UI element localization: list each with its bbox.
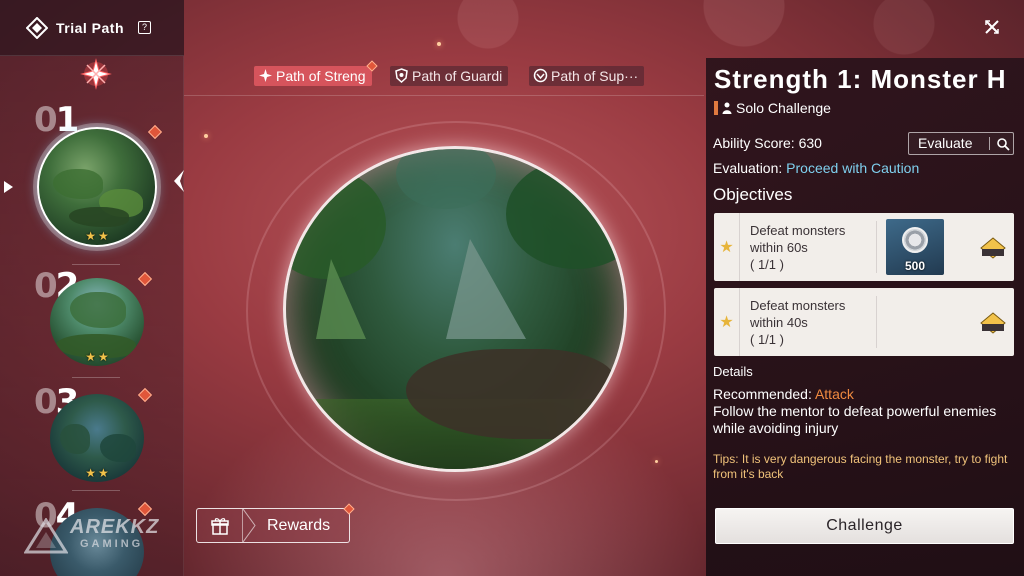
- search-icon: [997, 138, 1010, 151]
- divider: [72, 490, 120, 491]
- stage-description: Follow the mentor to defeat powerful ene…: [713, 403, 997, 436]
- path-tabs: Path of Streng Path of Guardi Path of Su…: [184, 56, 704, 96]
- sparkle-decoration: [204, 134, 208, 138]
- chevron-right-icon: [243, 509, 256, 542]
- stage-stars: ★★: [85, 229, 111, 243]
- evaluation-text: Evaluation: Proceed with Caution: [713, 160, 920, 176]
- background-ornament: [360, 0, 1000, 60]
- divider: [72, 377, 120, 378]
- reward-quantity: 500: [904, 259, 926, 273]
- new-badge-icon: [365, 60, 378, 72]
- stage-list: 01 ★★ 02 ★★ 03 ★★ 04: [0, 56, 184, 576]
- rewards-label: Rewards: [267, 517, 331, 534]
- help-icon[interactable]: ?: [138, 21, 152, 34]
- stage-item-3[interactable]: 03 ★★: [28, 382, 168, 482]
- stage-stars: ★★: [85, 350, 111, 364]
- shield-emblem-icon: [395, 68, 408, 83]
- gift-icon: [197, 509, 243, 542]
- objective-card: ★ Defeat monsters within 40s ( 1/1 ): [714, 288, 1014, 356]
- objectives-heading: Objectives: [713, 185, 793, 204]
- mode-label: Solo Challenge: [714, 100, 831, 116]
- sparkle-decoration: [437, 42, 441, 46]
- stage-item-1[interactable]: 01 ★★: [28, 100, 168, 247]
- selected-stage-indicator-left: [4, 181, 13, 193]
- mode-accent-bar: [714, 101, 718, 115]
- stage-stars: ★★: [85, 466, 111, 480]
- details-heading: Details: [713, 364, 753, 379]
- claimed-medal-icon: [980, 237, 1006, 259]
- coin-icon: [902, 227, 928, 253]
- recommended-text: Recommended: Attack: [713, 386, 854, 402]
- evaluate-button[interactable]: Evaluate: [908, 132, 1014, 155]
- ability-score: Ability Score: 630: [713, 135, 822, 151]
- objective-text: Defeat monsters within 40s ( 1/1 ): [750, 298, 846, 347]
- new-badge-icon: [137, 271, 153, 287]
- support-emblem-icon: [533, 68, 548, 83]
- trial-path-logo-icon: [26, 16, 48, 39]
- evaluation-value: Proceed with Caution: [786, 160, 920, 176]
- divider: [72, 264, 120, 265]
- reward-item[interactable]: 500: [886, 219, 944, 275]
- objective-card: ★ Defeat monsters within 60s ( 1/1 ) 500: [714, 213, 1014, 281]
- header-bar: Trial Path ?: [0, 0, 184, 56]
- tab-path-of-strength[interactable]: Path of Streng: [254, 60, 378, 86]
- stage-title: Strength 1: Monster H: [714, 64, 1007, 94]
- challenge-button[interactable]: Challenge: [715, 508, 1014, 544]
- rewards-button[interactable]: Rewards: [196, 503, 355, 543]
- recommended-value: Attack: [814, 386, 854, 402]
- strength-emblem-icon: [76, 56, 116, 92]
- new-badge-icon: [147, 124, 163, 140]
- new-badge-icon: [137, 387, 153, 403]
- stage-preview-portal: [283, 146, 627, 472]
- star-icon: ★: [714, 288, 740, 356]
- person-icon: [722, 102, 732, 114]
- new-badge-icon: [137, 501, 153, 517]
- selected-stage-indicator-right: [174, 170, 184, 192]
- sparkle-decoration: [655, 460, 658, 463]
- stage-item-2[interactable]: 02 ★★: [28, 266, 168, 366]
- page-title: Trial Path: [56, 19, 125, 36]
- close-icon[interactable]: [983, 18, 1001, 36]
- watermark-logo: AREKKZ GAMING: [24, 516, 164, 556]
- objective-text: Defeat monsters within 60s ( 1/1 ): [750, 223, 846, 272]
- strength-emblem-icon: [259, 69, 272, 82]
- tab-path-of-support[interactable]: Path of Sup···: [529, 66, 645, 86]
- claimed-medal-icon: [980, 312, 1006, 334]
- star-icon: ★: [714, 213, 740, 281]
- tab-path-of-guardian[interactable]: Path of Guardi: [390, 66, 509, 86]
- stage-details-panel: Strength 1: Monster H Solo Challenge Abi…: [706, 58, 1024, 576]
- stage-tips: Tips: It is very dangerous facing the mo…: [713, 452, 1008, 481]
